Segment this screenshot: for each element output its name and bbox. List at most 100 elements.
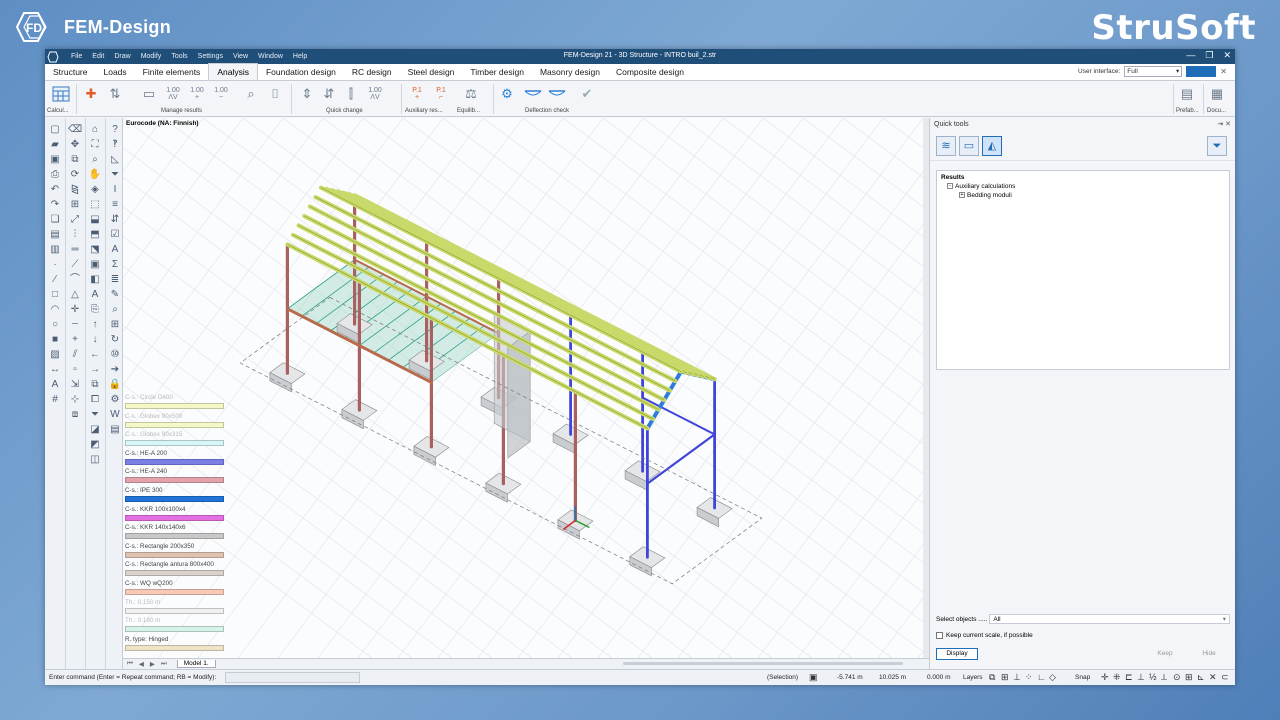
font-icon[interactable]: A [108,243,122,257]
display-icon[interactable]: ▭ [959,135,979,156]
square-icon[interactable]: ▫ [68,363,82,377]
tree-node-auxiliary[interactable]: − Auxiliary calculations [941,183,1225,190]
menu-tools[interactable]: Tools [166,53,192,60]
view-front-icon[interactable]: ⬓ [88,213,102,227]
zoom-icon[interactable]: ⌕ [88,153,102,167]
settings-button[interactable]: ⚙ [497,84,517,104]
menu-view[interactable]: View [228,53,253,60]
tab-foundation-design[interactable]: Foundation design [258,64,344,80]
dimension-icon[interactable]: ↔ [48,363,62,377]
expand-icon[interactable]: + [959,192,965,199]
hash-icon[interactable]: # [48,393,62,407]
horizontal-scrollbar[interactable] [623,662,903,665]
color-bars-icon[interactable]: ≣ [108,273,122,287]
keep-scale-checkbox[interactable] [936,632,943,639]
redo-icon[interactable]: ↷ [48,198,62,212]
extend-icon[interactable]: ═ [68,243,82,257]
equilibrium-button[interactable]: ⚖ [461,84,481,104]
ortho-icon[interactable]: ∟ [1037,672,1046,682]
snap-intersect-icon[interactable]: ⊥ [1137,672,1145,683]
grid-icon[interactable]: ⊞ [1001,672,1009,683]
refresh-icon[interactable]: ↻ [108,333,122,347]
hide-icon[interactable]: ◪ [88,423,102,437]
brush-icon[interactable]: ✎ [108,288,122,302]
point-icon[interactable]: · [48,258,62,272]
sort-results-button[interactable]: ⇅ [105,84,125,104]
quick-change-1[interactable]: ⇕ [297,84,317,104]
documentation-button[interactable]: ▦ [1207,84,1227,104]
structure-3d-view[interactable] [123,118,923,658]
isolate-icon[interactable]: ◫ [88,453,102,467]
axis-icon[interactable]: ⊥ [1013,672,1021,683]
tab-steel-design[interactable]: Steel design [400,64,463,80]
select-objects-dropdown[interactable]: All [989,614,1230,624]
layer-icon[interactable]: ⧉ [88,378,102,392]
save-icon[interactable]: ▣ [48,153,62,167]
layers-button[interactable]: Layers [963,674,983,681]
aux-result-p1b-button[interactable]: P.1 ⌐ [431,84,451,104]
deflection-check-2[interactable] [547,84,567,104]
arrow-left-icon[interactable]: ← [88,348,102,362]
tab-loads[interactable]: Loads [96,64,135,80]
sum-icon[interactable]: Σ [108,258,122,272]
node-icon[interactable]: ⊹ [68,393,82,407]
print-icon[interactable]: ⎙ [48,168,62,182]
scale-plus-button[interactable]: 1.00 + [187,84,207,104]
snap-node-icon[interactable]: ⊞ [1185,672,1193,683]
quick-change-4[interactable]: 1.00 ΛV [365,84,385,104]
result-frame-button[interactable]: ⌷ [265,84,285,104]
keep-button[interactable]: Keep [1152,648,1178,660]
plus-node-icon[interactable]: + [68,333,82,347]
model-viewport[interactable]: Eurocode (NA: Finnish) C-s.: Circle D400… [123,118,923,658]
menu-window[interactable]: Window [253,53,288,60]
maximize-button[interactable]: ❐ [1205,50,1213,61]
scale-minus-button[interactable]: 1.00− [211,84,231,104]
label-icon[interactable]: ⎘ [88,303,102,317]
text-cursor-icon[interactable]: I [108,183,122,197]
document-icon[interactable]: ▤ [108,423,122,437]
structure-view-icon[interactable]: ⌂ [88,123,102,137]
hide-button[interactable]: Hide [1196,648,1222,660]
dashed-line-icon[interactable]: ┄ [68,318,82,332]
view-top-icon[interactable]: ⬔ [88,243,102,257]
calculate-button[interactable] [51,84,71,104]
tab-masonry-design[interactable]: Masonry design [532,64,608,80]
copy-icon[interactable]: ❏ [48,213,62,227]
menu-settings[interactable]: Settings [193,53,228,60]
close-panel-icon[interactable]: ✕ [1225,121,1231,128]
layers-icon[interactable]: ≋ [936,135,956,156]
close-ribbon-icon[interactable]: ✕ [1220,67,1227,76]
prefab-button[interactable]: ▤ [1177,84,1197,104]
minimize-button[interactable]: — [1186,50,1195,61]
pin-icon[interactable]: ⇥ [1217,121,1223,128]
arrow-up-icon[interactable]: ↑ [88,318,102,332]
tab-structure[interactable]: Structure [45,64,96,80]
move-icon[interactable]: ✥ [68,138,82,152]
copy-object-icon[interactable]: ⧉ [68,153,82,167]
snap-off-icon[interactable]: ✕ [1209,672,1217,683]
open-folder-icon[interactable]: ▰ [48,138,62,152]
close-button[interactable]: ✕ [1223,50,1231,61]
tab-analysis[interactable]: Analysis [208,63,258,80]
results-icon[interactable]: ◭ [982,135,1002,156]
arrow-down-icon[interactable]: ↓ [88,333,102,347]
help-icon[interactable]: ‽ [108,138,122,152]
array-icon[interactable]: ⊞ [68,198,82,212]
menu-file[interactable]: File [66,53,87,60]
group-icon[interactable]: ⧠ [88,393,102,407]
menu-draw[interactable]: Draw [109,53,135,60]
find-result-button[interactable]: ⌕ [241,84,261,104]
table-icon[interactable]: ⊞ [108,318,122,332]
layers-icon[interactable]: ⧉ [989,672,995,683]
app-icon[interactable] [45,49,60,64]
quick-change-2[interactable]: ⇵ [319,84,339,104]
line-icon[interactable]: ∕ [48,273,62,287]
tab-rc-design[interactable]: RC design [344,64,400,80]
arrow-icon[interactable]: ➔ [108,363,122,377]
fill-icon[interactable]: ■ [48,333,62,347]
command-input[interactable] [225,672,360,683]
stretch-icon[interactable]: ⇲ [68,378,82,392]
offset-icon[interactable]: ⫽ [68,348,82,362]
view-side-icon[interactable]: ⬒ [88,228,102,242]
circle-icon[interactable]: ○ [48,318,62,332]
